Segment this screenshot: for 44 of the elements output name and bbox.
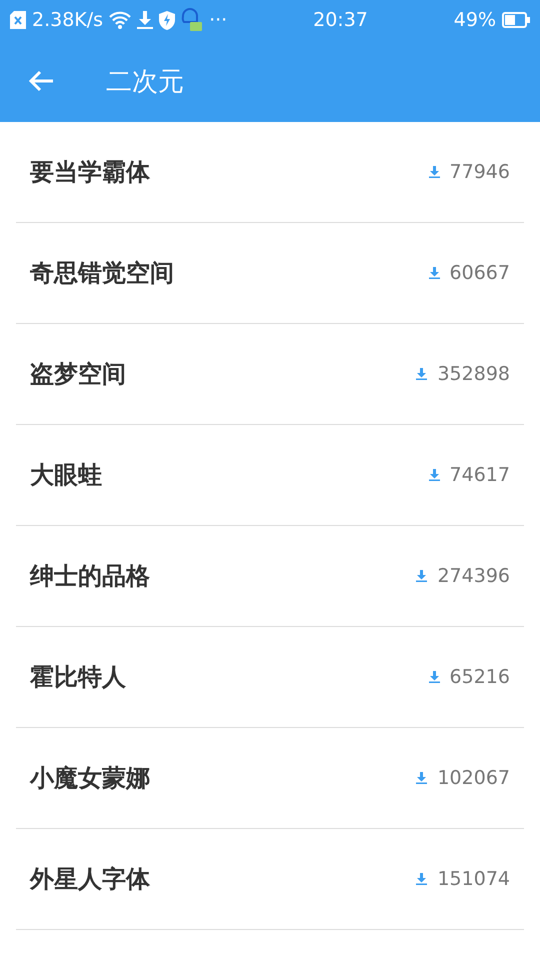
battery-percent: 49% (454, 9, 496, 31)
back-arrow-icon (28, 70, 54, 92)
font-name: 绅士的品格 (30, 561, 150, 592)
font-list-item[interactable]: 小魔女蒙娜 102067 (16, 728, 524, 829)
download-count: 274396 (437, 565, 510, 587)
battery-icon (502, 12, 530, 28)
shield-icon (159, 10, 176, 30)
download-icon (137, 11, 154, 29)
font-name: 盗梦空间 (30, 359, 126, 390)
download-count: 74617 (450, 464, 510, 486)
sim-card-icon (10, 11, 26, 29)
font-name: 奇思错觉空间 (30, 258, 174, 289)
download-icon (416, 368, 428, 380)
download-count: 77946 (450, 161, 510, 183)
font-list-item[interactable]: 外星人字体 151074 (16, 829, 524, 930)
download-icon (428, 469, 440, 481)
download-count: 102067 (437, 767, 510, 789)
font-list-item[interactable]: 绅士的品格 274396 (16, 526, 524, 627)
more-notifications: ··· (209, 9, 228, 31)
network-speed: 2.38K/s (32, 9, 104, 31)
download-icon (428, 166, 440, 178)
font-list-item[interactable]: 霍比特人 65216 (16, 627, 524, 728)
download-icon (416, 772, 428, 784)
wifi-icon (109, 11, 132, 29)
download-count: 65216 (450, 666, 510, 688)
font-list-item[interactable]: 奇思错觉空间 60667 (16, 223, 524, 324)
font-list-item[interactable]: 大眼蛙 74617 (16, 425, 524, 526)
font-name: 大眼蛙 (30, 460, 102, 491)
font-name: 外星人字体 (30, 864, 150, 895)
font-list-item[interactable]: 盗梦空间 352898 (16, 324, 524, 425)
clock: 20:37 (313, 9, 368, 31)
download-count: 352898 (437, 363, 510, 385)
download-count: 151074 (437, 868, 510, 890)
font-name: 霍比特人 (30, 662, 126, 693)
download-icon (428, 671, 440, 683)
font-name: 小魔女蒙娜 (30, 763, 150, 794)
download-count: 60667 (450, 262, 510, 284)
font-name: 要当学霸体 (30, 157, 150, 188)
download-icon (428, 267, 440, 279)
download-icon (416, 570, 428, 582)
font-list-item[interactable]: 要当学霸体 77946 (16, 122, 524, 223)
back-button[interactable] (28, 70, 54, 92)
download-icon (416, 873, 428, 885)
page-title: 二次元 (106, 66, 184, 98)
